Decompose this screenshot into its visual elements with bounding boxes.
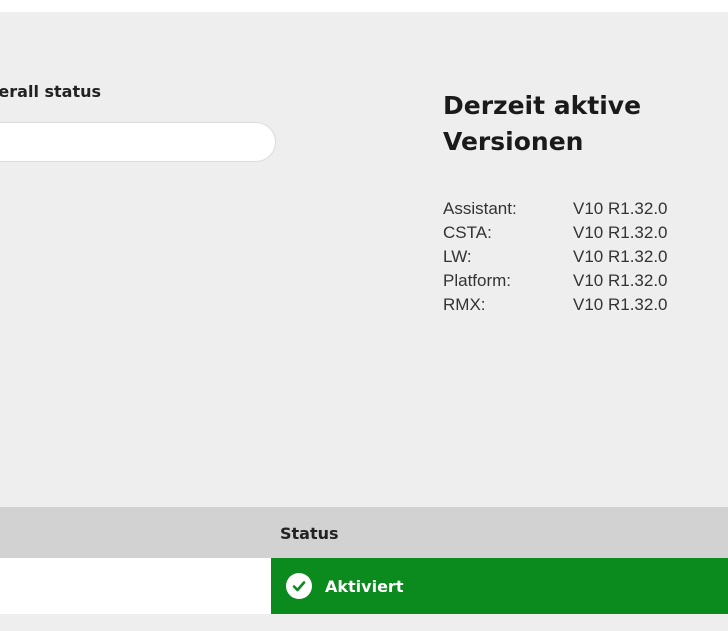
version-row-lw: LW: V10 R1.32.0	[443, 245, 668, 269]
overall-status-bar	[0, 122, 276, 162]
table-header: Status	[0, 507, 728, 558]
table-row[interactable]: Aktiviert	[0, 558, 728, 614]
version-name: LW:	[443, 247, 472, 266]
version-name: Assistant:	[443, 199, 517, 218]
version-name: Platform:	[443, 271, 512, 290]
overall-status-label: verall status	[0, 82, 102, 101]
version-value: V10 R1.32.0	[573, 271, 668, 290]
version-row-assistant: Assistant: V10 R1.32.0	[443, 197, 668, 221]
version-row-rmx: RMX: V10 R1.32.0	[443, 293, 668, 317]
version-value: V10 R1.32.0	[573, 223, 668, 242]
check-circle-icon	[286, 573, 312, 599]
version-row-csta: CSTA: V10 R1.32.0	[443, 221, 668, 245]
version-row-platform: Platform: V10 R1.32.0	[443, 269, 668, 293]
versions-list: Assistant: V10 R1.32.0 CSTA: V10 R1.32.0…	[443, 197, 668, 317]
version-name: RMX:	[443, 295, 486, 314]
version-value: V10 R1.32.0	[573, 295, 668, 314]
version-value: V10 R1.32.0	[573, 247, 668, 266]
status-text: Aktiviert	[325, 576, 404, 596]
page: verall status Derzeit aktive Versionen A…	[0, 0, 728, 631]
active-versions-title: Derzeit aktive Versionen	[443, 91, 642, 156]
version-name: CSTA:	[443, 223, 492, 242]
overview-panel: verall status Derzeit aktive Versionen A…	[0, 12, 728, 507]
status-badge: Aktiviert	[271, 558, 728, 614]
version-value: V10 R1.32.0	[573, 199, 668, 218]
bottom-band	[0, 614, 728, 631]
column-header-status[interactable]: Status	[280, 524, 339, 543]
